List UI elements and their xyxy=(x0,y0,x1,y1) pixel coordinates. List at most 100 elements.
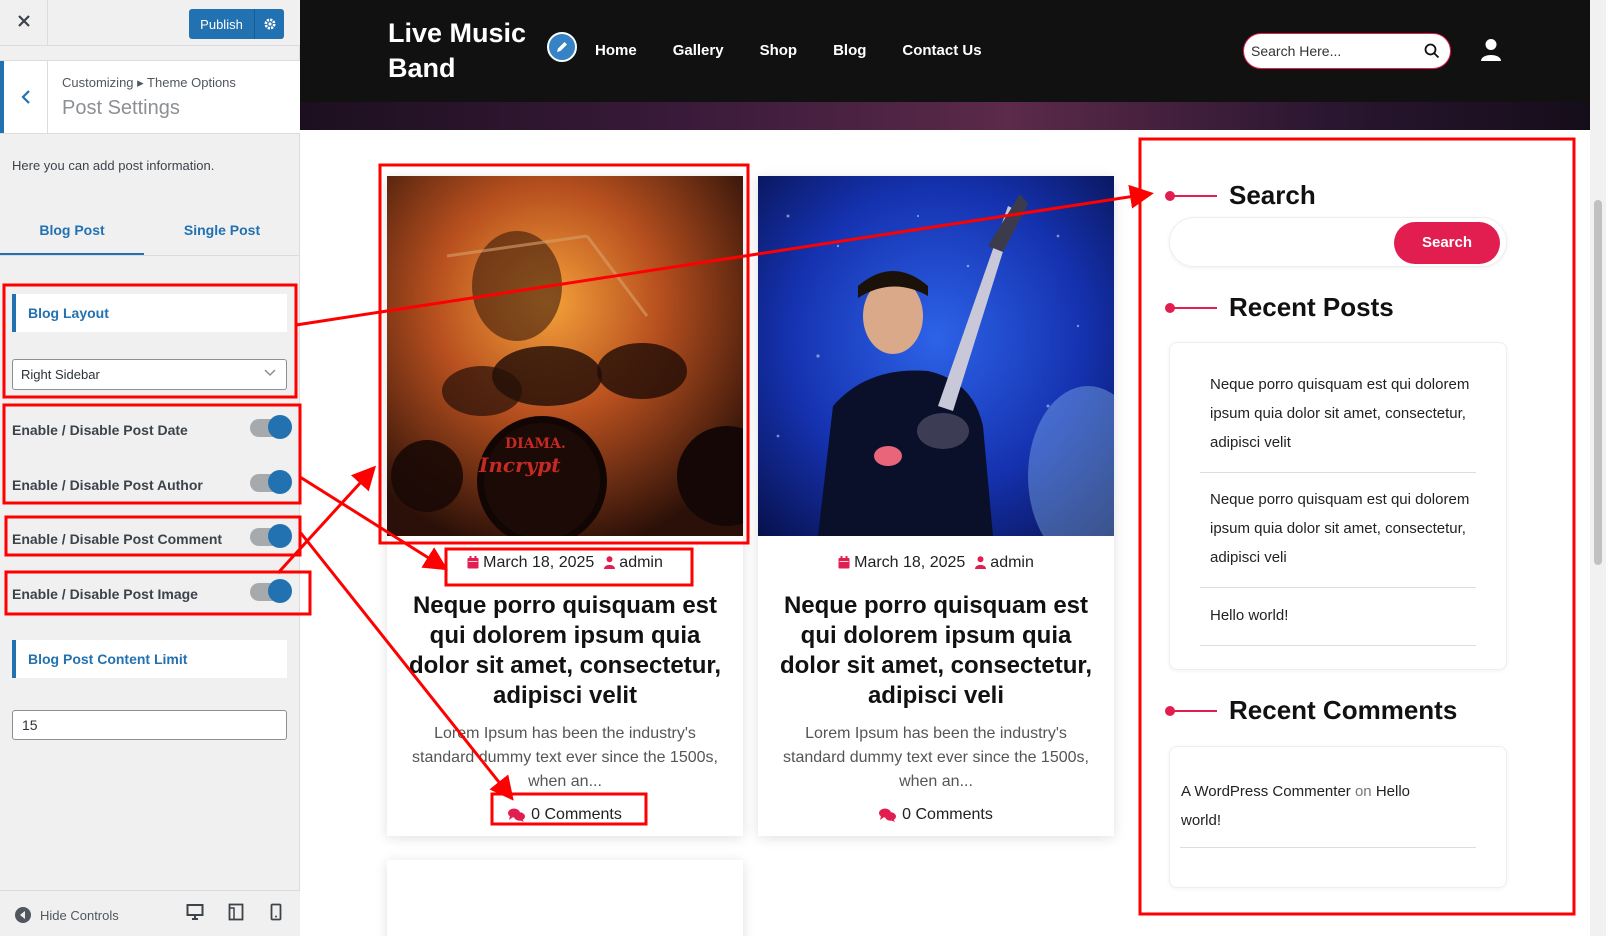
post-comments-link[interactable]: 0 Comments xyxy=(387,806,743,824)
post-comments-count: 0 Comments xyxy=(531,806,622,823)
comment-on: on xyxy=(1354,783,1372,800)
toggle-knob xyxy=(268,415,292,439)
recent-comment: A WordPress Commenter on Hello world! xyxy=(1181,777,1451,835)
comment-author[interactable]: A WordPress Commenter xyxy=(1181,783,1351,800)
comments-icon xyxy=(508,808,526,822)
main-nav: Home Gallery Shop Blog Contact Us xyxy=(595,42,982,59)
post-author[interactable]: admin xyxy=(619,554,663,571)
site-preview: Live Music Band Home Gallery Shop Blog C… xyxy=(300,0,1606,936)
recent-posts-title: Recent Posts xyxy=(1229,292,1394,322)
hide-controls-label: Hide Controls xyxy=(40,907,119,923)
post-excerpt: Lorem Ipsum has been the industry's stan… xyxy=(412,725,718,790)
post-title[interactable]: Neque porro quisquam est qui dolorem ips… xyxy=(772,591,1100,711)
publish-settings-button[interactable] xyxy=(254,9,284,39)
post-title[interactable]: Neque porro quisquam est qui dolorem ips… xyxy=(401,591,729,711)
scrollbar-thumb[interactable] xyxy=(1594,200,1602,565)
tab-blog-post[interactable]: Blog Post xyxy=(0,208,144,255)
post-author[interactable]: admin xyxy=(990,554,1034,571)
post-card: March 18, 2025 admin Neque porro quisquam… xyxy=(758,176,1114,836)
divider xyxy=(1200,645,1476,646)
recent-comments-list: A WordPress Commenter on Hello world! xyxy=(1169,746,1507,888)
tablet-preview-button[interactable] xyxy=(228,903,246,923)
user-icon[interactable] xyxy=(1480,38,1502,62)
pencil-icon xyxy=(557,42,567,52)
blog-layout-select[interactable]: Right Sidebar xyxy=(12,359,287,390)
calendar-icon xyxy=(838,556,850,569)
toggle-row-post-date: Enable / Disable Post Date xyxy=(12,415,292,445)
header-search-input[interactable]: Search Here... xyxy=(1243,33,1451,69)
post-date[interactable]: March 18, 2025 xyxy=(483,554,594,571)
toggle-row-post-comment: Enable / Disable Post Comment xyxy=(12,524,292,554)
nav-item-shop[interactable]: Shop xyxy=(760,42,798,59)
desktop-icon xyxy=(186,904,204,920)
nav-item-home[interactable]: Home xyxy=(595,42,637,59)
widget-accent xyxy=(1165,303,1217,313)
mobile-icon xyxy=(270,903,282,921)
nav-item-contact-us[interactable]: Contact Us xyxy=(902,42,981,59)
calendar-icon xyxy=(467,556,479,569)
publish-label: Publish xyxy=(200,16,243,32)
gear-icon xyxy=(264,18,275,30)
toggle-knob xyxy=(268,470,292,494)
content-limit-heading: Blog Post Content Limit xyxy=(12,640,287,678)
search-icon[interactable] xyxy=(1424,43,1440,59)
recent-post-link[interactable]: Neque porro quisquam est qui dolorem ips… xyxy=(1210,485,1480,572)
post-meta: March 18, 2025 admin xyxy=(387,554,743,572)
sidebar-search-button[interactable]: Search xyxy=(1394,222,1500,264)
toggle-knob xyxy=(268,524,292,548)
toggle-row-post-image: Enable / Disable Post Image xyxy=(12,579,292,609)
post-date[interactable]: March 18, 2025 xyxy=(854,554,965,571)
divider xyxy=(1180,847,1476,848)
toggle-label: Enable / Disable Post Image xyxy=(12,586,198,602)
post-comment-toggle[interactable] xyxy=(250,524,292,548)
post-author-toggle[interactable] xyxy=(250,470,292,494)
preview-scrollbar[interactable] xyxy=(1590,0,1606,936)
recent-post-link[interactable]: Neque porro quisquam est qui dolorem ips… xyxy=(1210,370,1480,457)
publish-button[interactable]: Publish xyxy=(189,9,284,39)
blog-layout-heading: Blog Layout xyxy=(12,294,287,332)
back-button[interactable] xyxy=(0,61,48,133)
author-icon xyxy=(604,556,616,569)
content-limit-input[interactable]: 15 xyxy=(12,710,287,740)
recent-posts-list: Neque porro quisquam est qui dolorem ips… xyxy=(1169,342,1507,670)
settings-tabs: Blog Post Single Post xyxy=(0,208,300,256)
edit-shortcut-button[interactable] xyxy=(547,32,577,62)
recent-post-link[interactable]: Hello world! xyxy=(1210,601,1480,630)
toggle-row-post-author: Enable / Disable Post Author xyxy=(12,470,292,500)
chevron-left-icon xyxy=(20,90,30,104)
post-card xyxy=(387,860,743,936)
post-comments-link[interactable]: 0 Comments xyxy=(758,806,1114,824)
post-thumbnail[interactable] xyxy=(758,176,1114,536)
widget-accent xyxy=(1165,191,1217,201)
post-thumbnail[interactable]: DIAMA. Incrypt xyxy=(387,176,743,536)
post-date-toggle[interactable] xyxy=(250,415,292,439)
nav-item-gallery[interactable]: Gallery xyxy=(673,42,724,59)
hide-controls-button[interactable]: Hide Controls xyxy=(14,906,119,924)
svg-text:Incrypt: Incrypt xyxy=(478,453,561,477)
post-image-toggle[interactable] xyxy=(250,579,292,603)
author-icon xyxy=(975,556,987,569)
blog-layout-value: Right Sidebar xyxy=(21,367,100,382)
toggle-knob xyxy=(268,579,292,603)
breadcrumb: Customizing ▸ Theme Options xyxy=(62,75,236,90)
post-card: DIAMA. Incrypt March 18, 2025 admin Neque… xyxy=(387,176,743,836)
collapse-icon xyxy=(15,907,31,923)
site-title[interactable]: Live Music Band xyxy=(388,16,538,86)
sidebar-search-input[interactable]: Search xyxy=(1169,217,1507,267)
customizer-footer: Hide Controls xyxy=(0,890,300,936)
comments-icon xyxy=(879,808,897,822)
svg-text:DIAMA.: DIAMA. xyxy=(505,436,566,452)
section-description: Here you can add post information. xyxy=(12,158,215,173)
close-customizer-button[interactable] xyxy=(0,0,48,45)
search-placeholder: Search Here... xyxy=(1251,43,1342,59)
nav-item-blog[interactable]: Blog xyxy=(833,42,866,59)
section-title: Post Settings xyxy=(62,97,180,119)
tablet-icon xyxy=(228,903,244,921)
divider xyxy=(1200,587,1476,588)
divider xyxy=(1200,472,1476,473)
tab-single-post[interactable]: Single Post xyxy=(144,208,300,255)
desktop-preview-button[interactable] xyxy=(186,903,204,923)
hero-banner xyxy=(300,102,1590,130)
toggle-label: Enable / Disable Post Date xyxy=(12,422,188,438)
mobile-preview-button[interactable] xyxy=(270,903,288,923)
